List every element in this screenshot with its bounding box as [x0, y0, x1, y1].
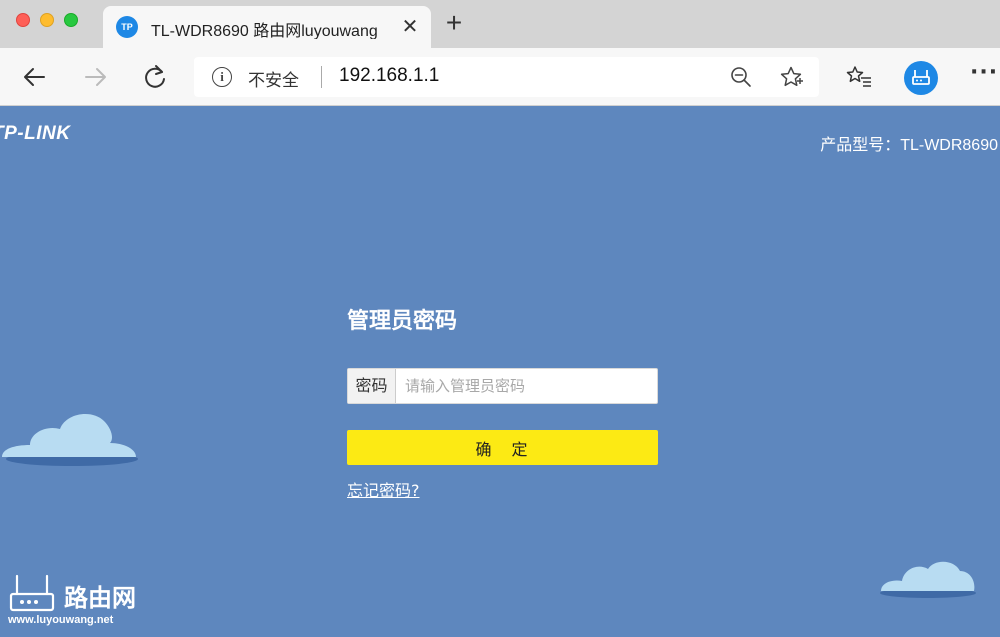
- model-label: 产品型号：TL-WDR8690: [820, 137, 998, 154]
- tp-link-favicon-icon: TP: [116, 16, 138, 38]
- confirm-button[interactable]: 确 定: [347, 430, 658, 465]
- zoom-window-button[interactable]: [64, 13, 78, 27]
- tp-link-logo: TP-LINK: [0, 123, 71, 144]
- browser-tab[interactable]: TP TL-WDR8690 路由网luyouwang ✕: [103, 6, 431, 48]
- cloud-left-image: [2, 414, 138, 466]
- security-status[interactable]: 不安全: [248, 66, 299, 91]
- forward-arrow-icon[interactable]: [80, 62, 110, 92]
- tab-close-icon[interactable]: ✕: [399, 14, 421, 38]
- watermark-url: www.luyouwang.net: [8, 614, 114, 626]
- tab-title: TL-WDR8690 路由网luyouwang: [151, 23, 378, 39]
- url-text[interactable]: 192.168.1.1: [339, 65, 439, 87]
- router-login-page: TP-LINK 产品型号：TL-WDR8690 管理员密码 密码 确 定 忘记密…: [0, 107, 1000, 637]
- more-icon[interactable]: ···: [970, 62, 1000, 92]
- back-arrow-icon[interactable]: [20, 62, 50, 92]
- luyouwang-watermark: 路由网 www.luyouwang.net: [8, 572, 158, 634]
- star-icon[interactable]: [779, 65, 803, 89]
- zoom-out-icon[interactable]: [729, 65, 753, 89]
- forgot-password-link[interactable]: 忘记密码?: [347, 477, 420, 501]
- close-window-button[interactable]: [16, 13, 30, 27]
- address-bar[interactable]: i 不安全 192.168.1.1: [194, 57, 819, 97]
- info-icon[interactable]: i: [212, 67, 232, 87]
- watermark-name: 路由网: [64, 584, 136, 612]
- address-divider: [321, 66, 322, 88]
- tab-bar: TP TL-WDR8690 路由网luyouwang ✕ +: [0, 0, 1000, 48]
- reload-icon[interactable]: [140, 62, 170, 92]
- password-field: 密码: [347, 368, 658, 404]
- cloud-right-image: [880, 561, 976, 598]
- favorites-list-icon[interactable]: [845, 64, 873, 92]
- password-input[interactable]: [397, 369, 657, 403]
- login-title: 管理员密码: [347, 309, 458, 334]
- new-tab-button[interactable]: +: [440, 9, 468, 38]
- password-label: 密码: [348, 369, 396, 403]
- router-profile-icon[interactable]: [904, 61, 938, 95]
- router-logo-icon: [9, 574, 55, 612]
- minimize-window-button[interactable]: [40, 13, 54, 27]
